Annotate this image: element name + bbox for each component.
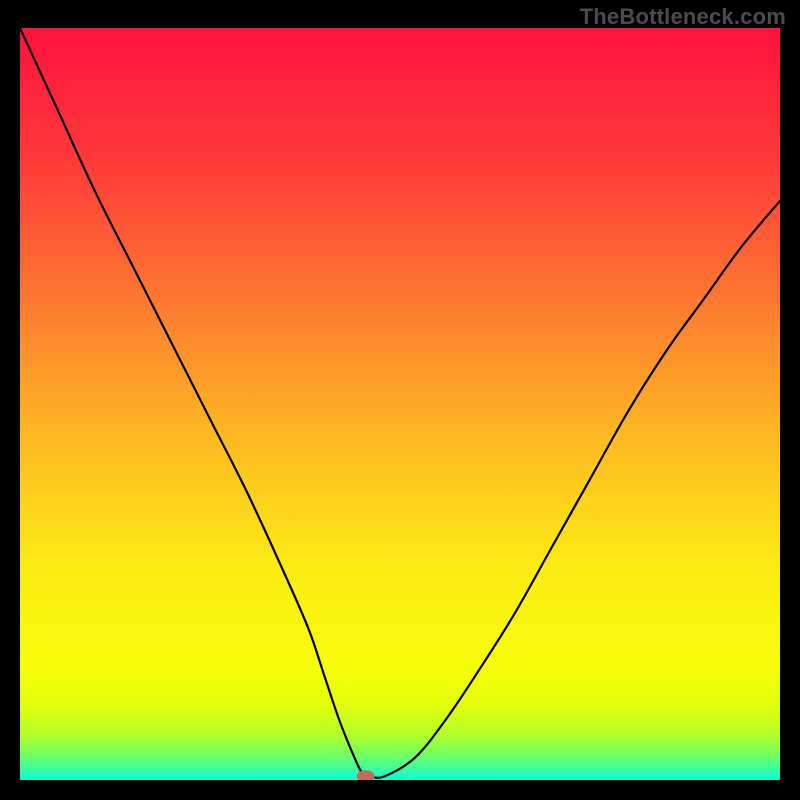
plot-area xyxy=(20,28,780,780)
chart-frame: TheBottleneck.com xyxy=(0,0,800,800)
watermark-text: TheBottleneck.com xyxy=(580,4,786,30)
bottleneck-chart xyxy=(20,28,780,780)
gradient-background xyxy=(20,28,780,780)
